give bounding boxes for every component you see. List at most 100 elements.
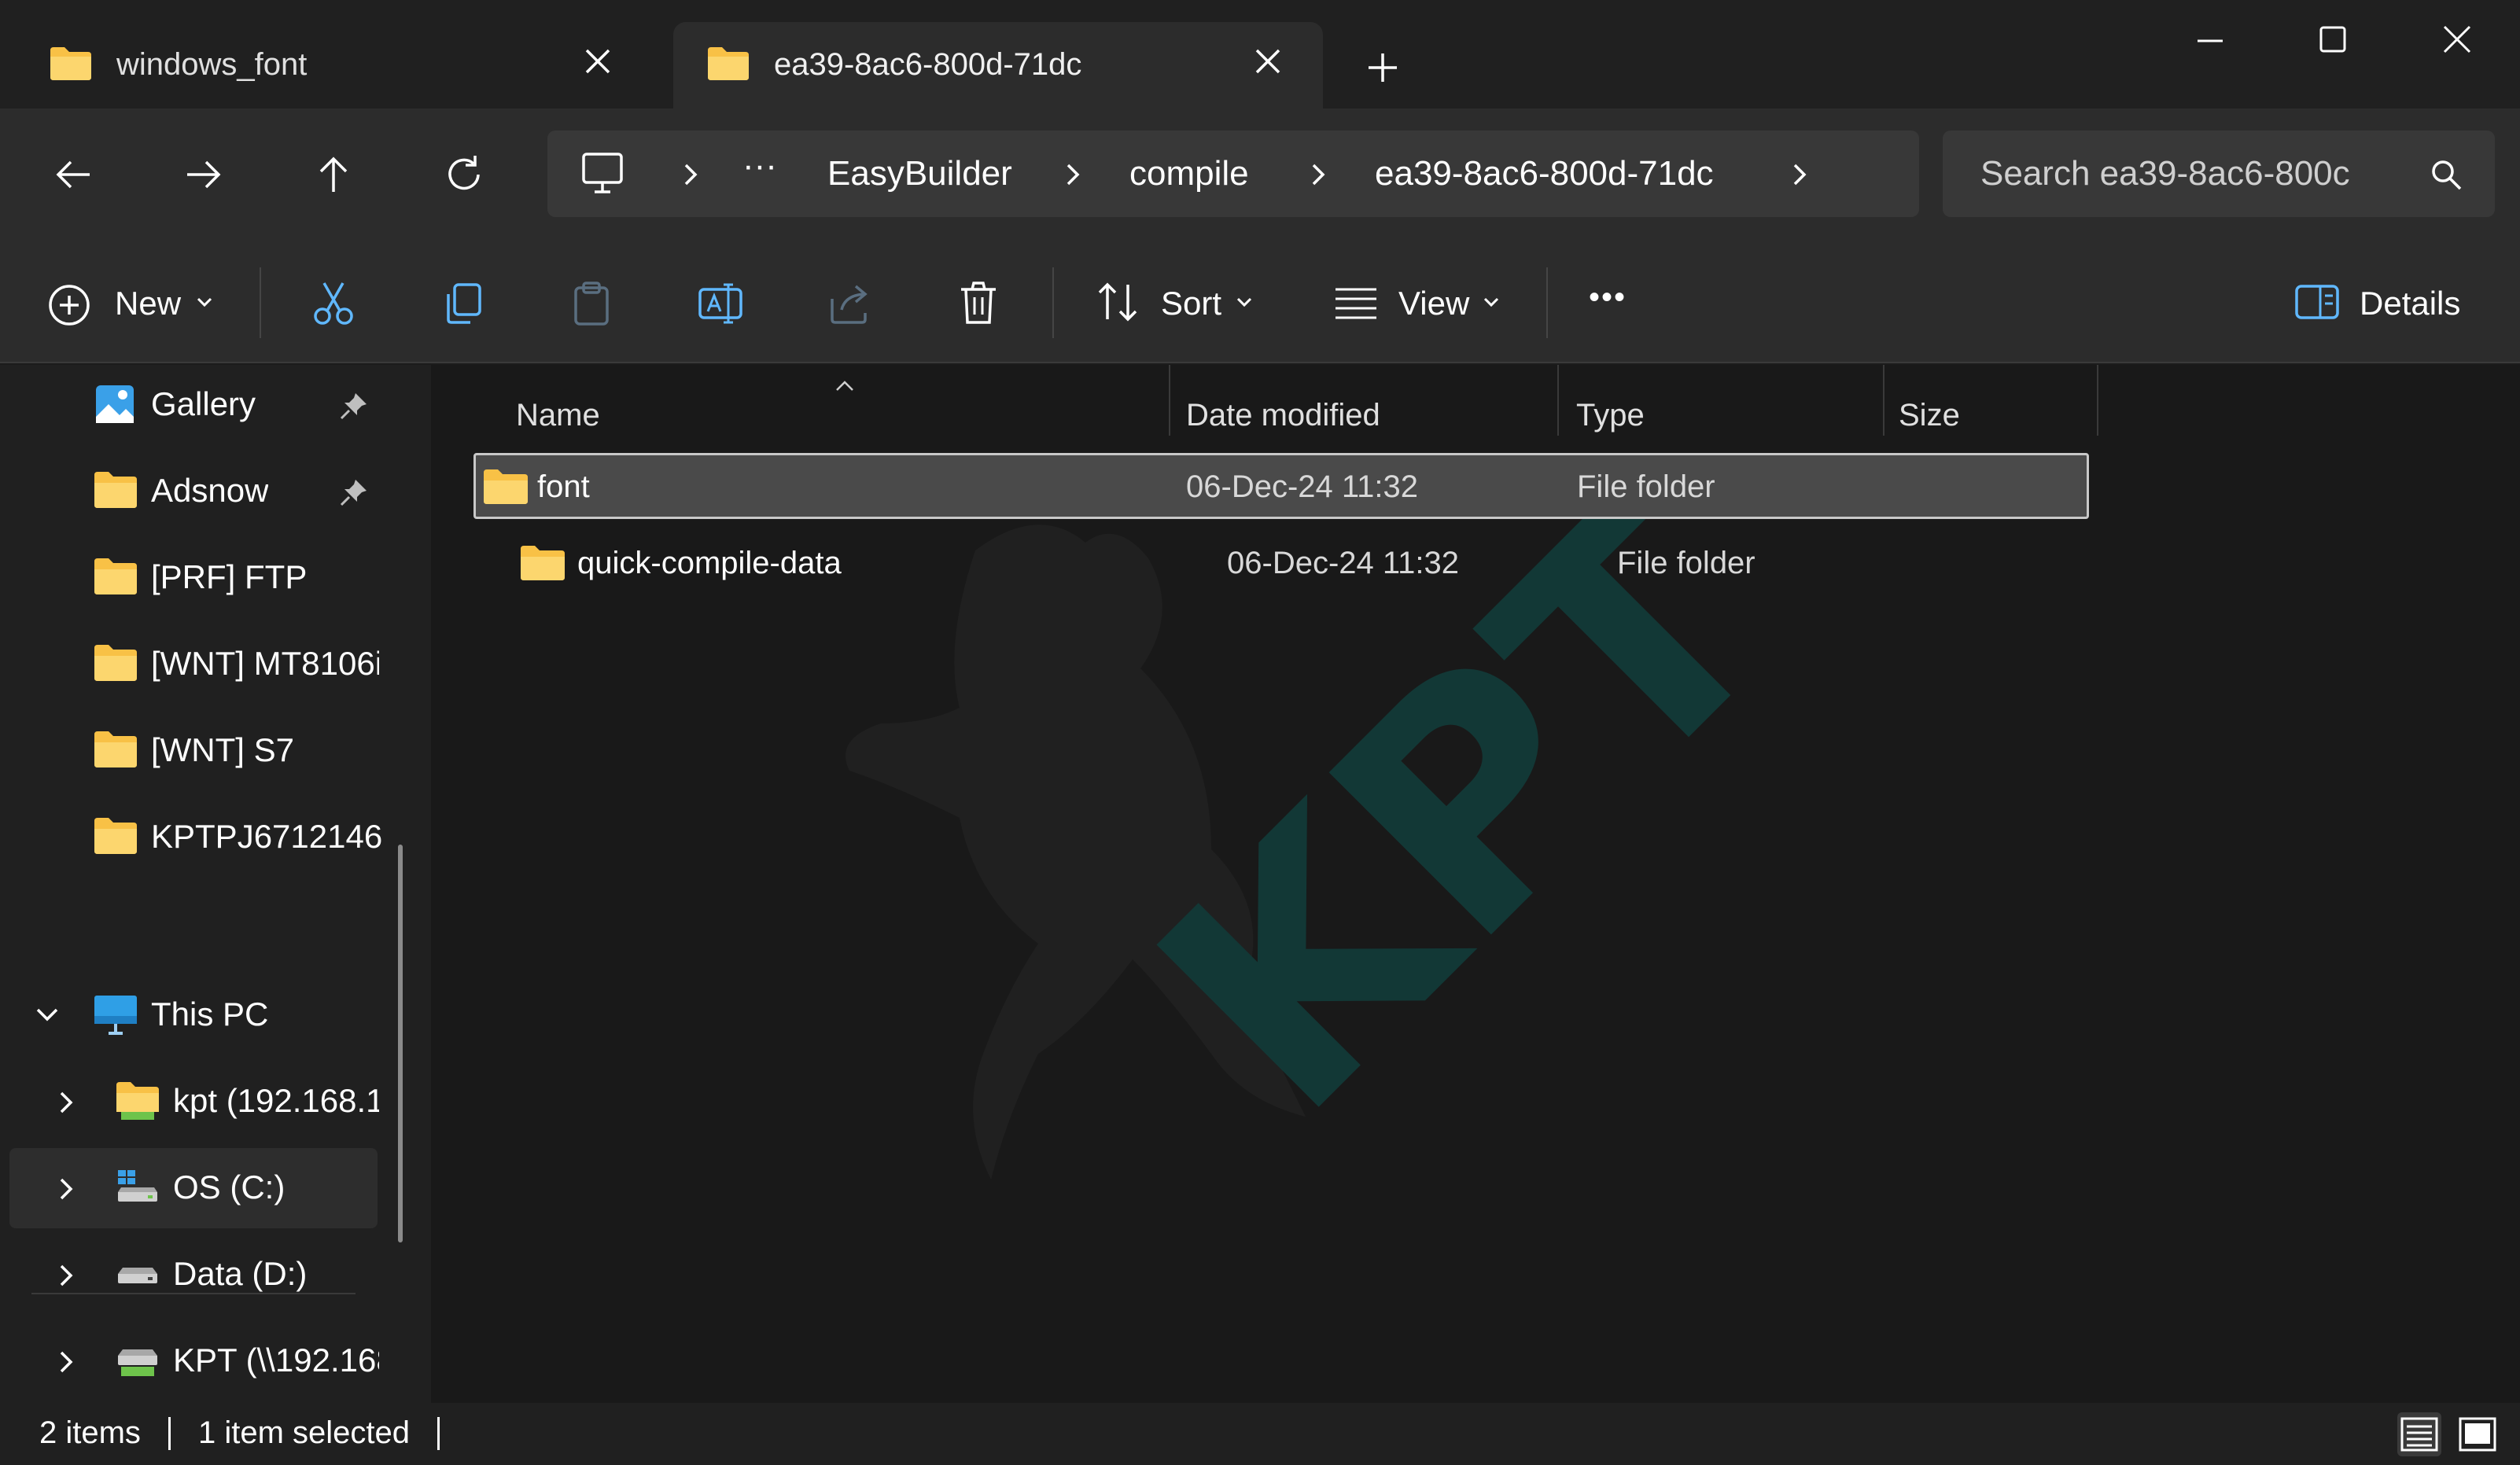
new-button[interactable]: New xyxy=(47,271,228,333)
sidebar-item-prf-ftp[interactable]: [PRF] FTP xyxy=(0,538,393,618)
chevron-right-icon xyxy=(1059,159,1087,190)
rename-icon xyxy=(695,278,746,329)
file-date-modified: 06-Dec-24 11:32 xyxy=(1227,546,1459,580)
details-pane-button[interactable]: Details xyxy=(2293,271,2467,333)
sidebar-item-wnt-mt8106i[interactable]: [WNT] MT8106i xyxy=(0,624,393,705)
sidebar-item-kpt-network-folder[interactable]: kpt (192.168.10 xyxy=(0,1062,393,1142)
status-separator xyxy=(437,1417,440,1450)
folder-icon xyxy=(93,469,138,510)
breadcrumb-compile[interactable]: compile xyxy=(1129,154,1249,193)
back-button[interactable] xyxy=(49,149,99,200)
file-name: quick-compile-data xyxy=(577,546,842,580)
details-label: Details xyxy=(2360,285,2461,322)
delete-button[interactable] xyxy=(953,271,1004,333)
sort-label: Sort xyxy=(1161,285,1222,322)
column-header-label: Name xyxy=(516,398,600,433)
folder-icon xyxy=(93,642,138,683)
minimize-button[interactable] xyxy=(2187,16,2234,63)
drive-icon xyxy=(115,1252,160,1293)
folder-icon xyxy=(93,555,138,596)
copy-icon xyxy=(437,278,488,329)
cut-button[interactable] xyxy=(308,271,359,333)
sidebar-item-label: This PC xyxy=(151,996,269,1032)
large-icons-view-toggle[interactable] xyxy=(2456,1412,2500,1456)
tab-windows-font[interactable]: windows_font xyxy=(16,22,653,109)
column-header-label: Size xyxy=(1899,398,1960,433)
sidebar-scrollbar[interactable] xyxy=(398,845,403,1242)
sidebar-item-label: [WNT] S7 xyxy=(151,731,295,768)
column-header-name[interactable]: Name xyxy=(516,381,1161,444)
share-button[interactable] xyxy=(824,271,875,333)
sidebar-item-label: Gallery xyxy=(151,385,256,422)
sidebar-item-gallery[interactable]: Gallery xyxy=(0,365,393,445)
column-divider[interactable] xyxy=(1883,365,1884,436)
sidebar-item-os-c[interactable]: OS (C:) xyxy=(9,1148,378,1228)
pin-icon xyxy=(338,477,370,508)
chevron-down-icon xyxy=(1233,294,1255,310)
table-row[interactable]: font 06-Dec-24 11:32 File folder xyxy=(473,453,2089,519)
copy-button[interactable] xyxy=(437,271,488,333)
more-options-button[interactable]: ••• xyxy=(1586,271,1644,333)
new-label: New xyxy=(115,285,182,322)
column-divider[interactable] xyxy=(1557,365,1559,436)
file-type: File folder xyxy=(1577,469,1715,504)
monitor-icon xyxy=(579,151,626,195)
close-tab-icon[interactable] xyxy=(1251,44,1285,79)
chevron-right-icon xyxy=(52,1175,80,1203)
column-divider[interactable] xyxy=(1169,365,1170,436)
search-input[interactable]: Search ea39-8ac6-800c xyxy=(1980,154,2350,193)
sidebar-item-adsnow[interactable]: Adsnow xyxy=(0,451,393,532)
chevron-down-icon xyxy=(31,1002,63,1030)
add-circle-icon xyxy=(47,283,91,327)
details-view-toggle[interactable] xyxy=(2397,1412,2441,1456)
view-button[interactable]: View xyxy=(1332,271,1509,333)
rename-button[interactable] xyxy=(695,271,746,333)
sidebar-item-kpt-network-drive[interactable]: KPT (\\192.168 xyxy=(0,1321,393,1401)
new-tab-button[interactable] xyxy=(1359,44,1406,91)
search-icon xyxy=(2429,157,2463,192)
title-bar: windows_font ea39-8ac6-800d-71dc xyxy=(0,0,2520,109)
folder-icon xyxy=(482,466,529,506)
sidebar-item-label: OS (C:) xyxy=(173,1169,286,1205)
trash-icon xyxy=(953,278,1004,329)
sidebar-item-this-pc-row[interactable]: This PC xyxy=(0,975,393,1055)
chevron-right-icon[interactable] xyxy=(1785,159,1814,190)
gallery-icon xyxy=(93,382,137,426)
up-button[interactable] xyxy=(308,149,359,200)
clipboard-icon xyxy=(566,278,617,329)
tab-label: ea39-8ac6-800d-71dc xyxy=(774,47,1082,82)
sidebar-item-label: Adsnow xyxy=(151,472,269,509)
paste-button[interactable] xyxy=(566,271,617,333)
address-bar[interactable]: ··· EasyBuilder compile ea39-8ac6-800d-7… xyxy=(547,131,1919,217)
column-divider[interactable] xyxy=(2097,365,2098,436)
column-header-type[interactable]: Type xyxy=(1576,381,1883,444)
list-view-icon xyxy=(1332,283,1380,321)
scissors-icon xyxy=(308,278,359,329)
close-window-button[interactable] xyxy=(2433,16,2481,63)
maximize-button[interactable] xyxy=(2309,16,2356,63)
sidebar-item-data-d[interactable]: Data (D:) xyxy=(0,1235,393,1315)
search-box[interactable]: Search ea39-8ac6-800c xyxy=(1943,131,2495,217)
column-header-label: Type xyxy=(1576,398,1645,433)
sidebar-item-wnt-s7[interactable]: [WNT] S7 xyxy=(0,711,393,791)
refresh-button[interactable] xyxy=(439,149,489,200)
command-bar: New Sort View ••• Details xyxy=(0,239,2520,363)
column-header-date-modified[interactable]: Date modified xyxy=(1186,381,1548,444)
tab-ea39-8ac6-800d-71dc[interactable]: ea39-8ac6-800d-71dc xyxy=(673,22,1323,109)
sidebar-item-kptpj6712146[interactable]: KPTPJ6712146 xyxy=(0,797,393,878)
navigation-bar: ··· EasyBuilder compile ea39-8ac6-800d-7… xyxy=(0,109,2520,239)
close-tab-icon[interactable] xyxy=(580,44,615,79)
column-header-size[interactable]: Size xyxy=(1899,381,2095,444)
breadcrumb-current-folder[interactable]: ea39-8ac6-800d-71dc xyxy=(1375,154,1714,193)
pin-icon xyxy=(338,390,370,421)
sidebar-item-label: kpt (192.168.10 xyxy=(173,1082,379,1119)
breadcrumb-overflow[interactable]: ··· xyxy=(742,146,777,186)
folder-icon xyxy=(49,44,93,82)
sidebar-item-label: Data (D:) xyxy=(173,1255,308,1292)
selection-status: 1 item selected xyxy=(198,1415,411,1450)
breadcrumb-easybuilder[interactable]: EasyBuilder xyxy=(827,154,1012,193)
table-row[interactable]: quick-compile-data 06-Dec-24 11:32 File … xyxy=(472,532,2520,598)
sort-button[interactable]: Sort xyxy=(1095,271,1260,333)
chevron-down-icon xyxy=(193,294,216,310)
forward-button[interactable] xyxy=(178,149,228,200)
